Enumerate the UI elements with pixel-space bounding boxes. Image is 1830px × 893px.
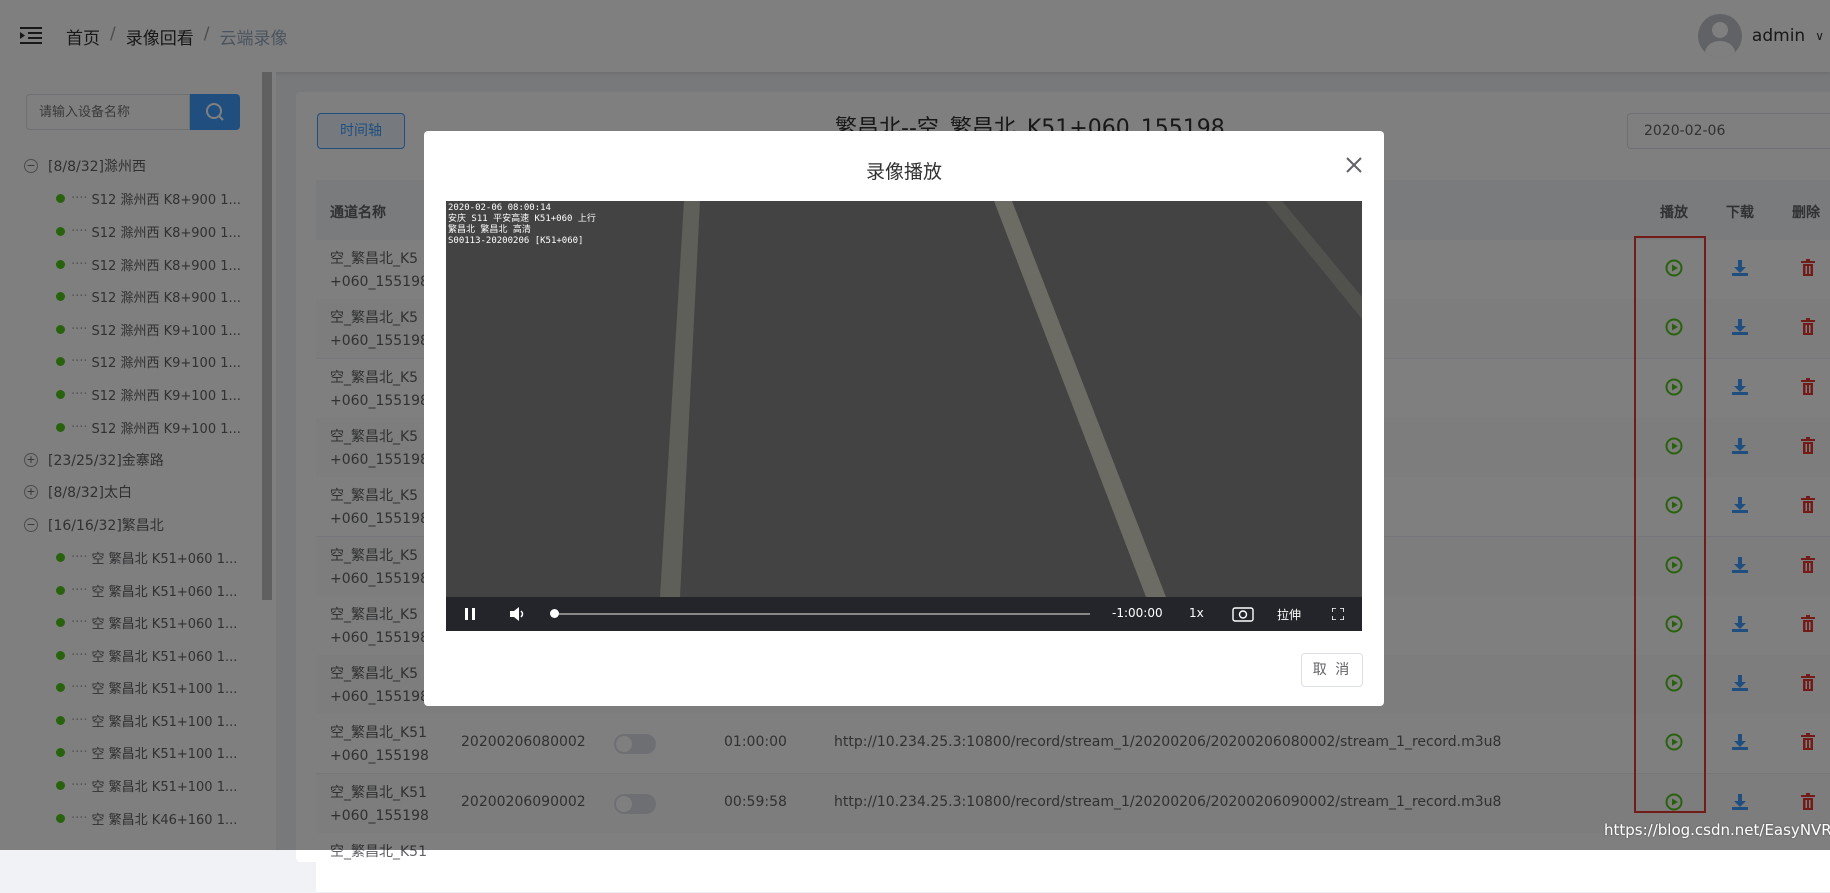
snapshot-icon[interactable] [1232, 606, 1254, 622]
video-frame [446, 201, 1362, 631]
progress-bar[interactable] [554, 613, 1090, 615]
fullscreen-icon[interactable] [1332, 608, 1344, 620]
osd-line: 2020-02-06 08:00:14 [448, 203, 551, 213]
dialog-title: 录像播放 [865, 161, 942, 183]
volume-icon[interactable] [510, 607, 526, 621]
cancel-button[interactable]: 取 消 [1301, 653, 1363, 687]
playback-dialog: 录像播放 2020-02-06 08:00:14 安庆 S11 平安高速 K51… [424, 131, 1384, 706]
watermark: https://blog.csdn.net/EasyNVR [1604, 821, 1830, 839]
pause-icon[interactable] [464, 608, 476, 620]
stretch-button[interactable]: 拉伸 [1277, 606, 1301, 623]
video-osd-text: 2020-02-06 08:00:14 安庆 S11 平安高速 K51+060 … [448, 203, 596, 247]
close-icon[interactable] [1342, 153, 1366, 177]
time-remaining: -1:00:00 [1112, 606, 1163, 620]
speed-button[interactable]: 1x [1189, 606, 1204, 620]
progress-thumb[interactable] [550, 609, 559, 618]
video-player[interactable]: 2020-02-06 08:00:14 安庆 S11 平安高速 K51+060 … [446, 201, 1362, 631]
osd-line: 繁昌北 繁昌北 高清 [448, 225, 531, 235]
osd-line: S00113-20200206 [K51+060] [448, 236, 584, 246]
osd-line: 安庆 S11 平安高速 K51+060 上行 [448, 214, 596, 224]
video-control-bar: -1:00:00 1x 拉伸 [446, 597, 1362, 631]
